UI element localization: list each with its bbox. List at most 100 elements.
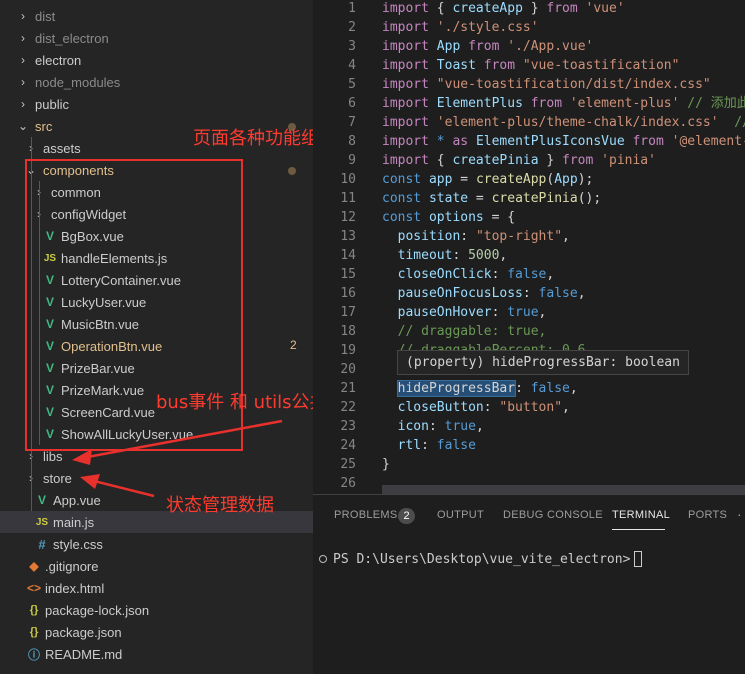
code-token: closeOnClick [397, 267, 492, 282]
terminal-output[interactable]: PS D:\Users\Desktop\vue_vite_electron> [319, 551, 643, 567]
code-text: pauseOnFocusLoss: false, [382, 284, 586, 303]
tab-terminal[interactable]: TERMINAL [612, 509, 670, 521]
line-number: 9 [348, 153, 356, 168]
code-text: import ElementPlus from 'element-plus' /… [382, 94, 745, 113]
code-line: 6 import ElementPlus from 'element-plus' … [313, 94, 745, 113]
code-line: 8 import * as ElementPlusIconsVue from '@… [313, 132, 745, 151]
code-text: import * as ElementPlusIconsVue from '@e… [382, 132, 745, 151]
line-number: 8 [348, 134, 356, 149]
code-token: "vue-toastification/dist/index.css" [436, 77, 711, 92]
code-token: import [382, 1, 429, 16]
code-token: timeout [397, 248, 453, 263]
code-token: (); [577, 191, 602, 206]
code-text: pauseOnHover: true, [382, 303, 547, 322]
code-editor[interactable]: 1 import { createApp } from 'vue' 2 import … [313, 0, 745, 494]
code-token: import [382, 39, 429, 54]
line-number: 16 [340, 286, 356, 301]
code-token: "vue-toastification" [522, 58, 680, 73]
code-token: } [538, 153, 563, 168]
code-token: , [562, 400, 570, 415]
code-token: rtl [397, 438, 422, 453]
tab-ports[interactable]: PORTS [688, 509, 727, 521]
line-number: 7 [348, 115, 356, 130]
code-text: import Toast from "vue-toastification" [382, 56, 679, 75]
line-number: 13 [340, 229, 356, 244]
code-line: 22 closeButton: "button", [313, 398, 745, 417]
code-token: : [515, 381, 531, 396]
code-token: , [499, 248, 508, 263]
code-line: 25} [313, 455, 745, 474]
code-token: // [734, 115, 745, 130]
code-line: 5 import "vue-toastification/dist/index.c… [313, 75, 745, 94]
tab-debug-console[interactable]: DEBUG CONSOLE [503, 509, 603, 521]
code-token: : [483, 400, 500, 415]
code-token: state [428, 191, 469, 206]
code-text: closeOnClick: false, [382, 265, 555, 284]
code-token: from [483, 58, 516, 73]
line-number: 15 [340, 267, 356, 282]
code-token: : [452, 248, 469, 263]
line-number: 18 [340, 324, 356, 339]
code-line: 7 import 'element-plus/theme-chalk/index.… [313, 113, 745, 132]
code-token: 'element-plus/theme-chalk/index.css' [436, 115, 719, 130]
horizontal-scrollbar[interactable] [382, 485, 745, 494]
code-line: 9 import { createPinia } from 'pinia' [313, 151, 745, 170]
line-number: 11 [340, 191, 356, 206]
code-token: from [546, 1, 578, 16]
code-token: : [428, 419, 445, 434]
code-token: ElementPlusIconsVue [475, 134, 625, 149]
code-line: 10 const app = createApp(App); [313, 170, 745, 189]
code-text: position: "top-right", [382, 227, 570, 246]
code-token: , [475, 419, 484, 434]
code-token: createPinia [491, 191, 578, 206]
code-token: const [382, 191, 422, 206]
code-text: hideProgressBar: false, [382, 379, 578, 398]
code-token: false [436, 438, 476, 453]
code-token: createApp [452, 1, 523, 16]
code-token: // draggable: true, [397, 324, 547, 339]
code-token: createApp [475, 172, 547, 187]
code-token: , [538, 305, 547, 320]
code-token: icon [397, 419, 429, 434]
code-token: "top-right" [475, 229, 563, 244]
code-token: import [382, 115, 429, 130]
code-token: : [491, 267, 508, 282]
code-text: icon: true, [382, 417, 484, 436]
line-number: 1 [348, 1, 356, 16]
code-line: 16 pauseOnFocusLoss: false, [313, 284, 745, 303]
arrow-head-store [80, 474, 100, 489]
code-token: from [530, 96, 563, 111]
terminal-cursor [634, 551, 643, 567]
code-line: 15 closeOnClick: false, [313, 265, 745, 284]
code-line: 3 import App from './App.vue' [313, 37, 745, 56]
line-number: 10 [340, 172, 356, 187]
code-text: } [382, 455, 390, 474]
code-token: 'pinia' [601, 153, 656, 168]
code-text: closeButton: "button", [382, 398, 570, 417]
code-text: import { createApp } from 'vue' [382, 0, 625, 18]
line-number: 22 [340, 400, 356, 415]
code-token: App [436, 39, 461, 54]
code-token: 'vue' [585, 1, 625, 16]
code-text: rtl: false [382, 436, 476, 455]
code-text: import 'element-plus/theme-chalk/index.c… [382, 113, 745, 132]
line-number: 17 [340, 305, 356, 320]
code-token: const [382, 210, 422, 225]
tab-problems[interactable]: PROBLEMS [334, 509, 398, 521]
code-token: "button" [499, 400, 563, 415]
more-actions-icon[interactable]: · [737, 506, 742, 522]
code-token: import [382, 20, 429, 35]
tab-output[interactable]: OUTPUT [437, 509, 484, 521]
line-number: 20 [340, 362, 356, 377]
